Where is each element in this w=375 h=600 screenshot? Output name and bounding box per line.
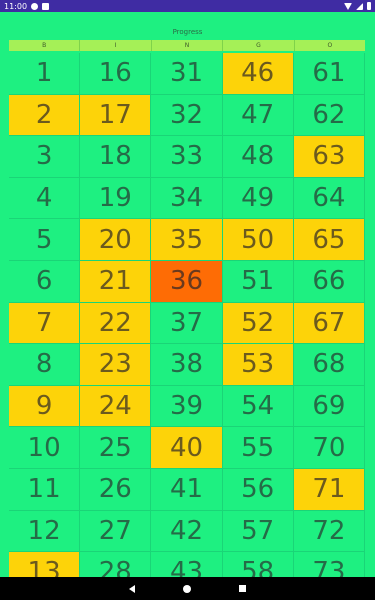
number-cell[interactable]: 6 xyxy=(9,260,81,303)
number-cell[interactable]: 5 xyxy=(9,219,81,261)
number-cell[interactable]: 54 xyxy=(222,385,294,428)
number-cell[interactable]: 3 xyxy=(9,136,81,178)
number-cell[interactable]: 47 xyxy=(222,94,294,137)
number-cell[interactable]: 21 xyxy=(80,260,152,303)
number-cell[interactable]: 55 xyxy=(222,427,294,469)
number-cell[interactable]: 22 xyxy=(80,302,152,345)
home-icon[interactable] xyxy=(183,584,191,593)
recents-icon[interactable] xyxy=(239,585,246,592)
wifi-icon xyxy=(344,2,352,10)
number-cell[interactable]: 39 xyxy=(151,385,223,428)
column-header-o: O xyxy=(327,42,333,49)
number-cell[interactable]: 71 xyxy=(293,468,365,511)
number-cell[interactable]: 17 xyxy=(80,94,152,137)
number-cell[interactable]: 50 xyxy=(222,219,294,261)
number-cell[interactable]: 18 xyxy=(80,136,152,178)
number-cell[interactable]: 67 xyxy=(293,302,365,345)
number-cell[interactable]: 16 xyxy=(80,53,152,95)
number-cell[interactable]: 48 xyxy=(222,136,294,178)
g-notification-icon xyxy=(31,2,39,10)
number-cell[interactable]: 1 xyxy=(9,53,81,95)
number-cell[interactable]: 42 xyxy=(151,510,223,553)
number-cell[interactable]: 36 xyxy=(151,260,223,303)
number-cell[interactable]: 34 xyxy=(151,177,223,220)
status-bar: 11:00 xyxy=(0,0,375,12)
bingo-board: 1 16 31 46 61 2 17 32 47 62 3 18 33 48 63 4 19 34 49 64 5 20 3… xyxy=(9,53,365,594)
number-cell[interactable]: 38 xyxy=(151,344,223,386)
number-cell[interactable]: 8 xyxy=(9,344,81,386)
number-cell[interactable]: 7 xyxy=(9,302,81,345)
number-cell[interactable]: 35 xyxy=(151,219,223,261)
number-cell[interactable]: 69 xyxy=(293,385,365,428)
battery-icon xyxy=(367,2,371,10)
number-cell[interactable]: 46 xyxy=(222,53,294,95)
column-header-i: I xyxy=(80,40,152,51)
page-title: Progress xyxy=(172,28,203,36)
status-bar-left: 11:00 xyxy=(4,1,50,11)
number-cell[interactable]: 40 xyxy=(151,427,223,469)
number-cell[interactable]: 57 xyxy=(222,510,294,553)
number-cell[interactable]: 37 xyxy=(151,302,223,345)
number-cell[interactable]: 64 xyxy=(293,177,365,220)
number-cell[interactable]: 63 xyxy=(293,136,365,178)
status-bar-right xyxy=(344,2,371,10)
number-cell[interactable]: 62 xyxy=(293,94,365,137)
number-cell[interactable]: 26 xyxy=(80,468,152,511)
number-cell[interactable]: 11 xyxy=(9,468,81,511)
number-cell[interactable]: 32 xyxy=(151,94,223,137)
column-header-b: B xyxy=(9,40,81,51)
navigation-bar xyxy=(0,577,375,600)
number-cell[interactable]: 72 xyxy=(293,510,365,553)
number-cell[interactable]: 65 xyxy=(293,219,365,261)
status-time: 11:00 xyxy=(4,1,28,11)
number-cell[interactable]: 20 xyxy=(80,219,152,261)
number-cell[interactable]: 31 xyxy=(151,53,223,95)
number-cell[interactable]: 4 xyxy=(9,177,81,220)
number-cell[interactable]: 41 xyxy=(151,468,223,511)
number-cell[interactable]: 49 xyxy=(222,177,294,220)
number-cell[interactable]: 52 xyxy=(222,302,294,345)
number-cell[interactable]: 25 xyxy=(80,427,152,469)
number-cell[interactable]: 51 xyxy=(222,260,294,303)
number-cell[interactable]: 66 xyxy=(293,260,365,303)
number-cell[interactable]: 23 xyxy=(80,344,152,386)
number-cell[interactable]: 33 xyxy=(151,136,223,178)
number-cell[interactable]: 24 xyxy=(80,385,152,428)
signal-icon xyxy=(356,2,363,10)
number-cell[interactable]: 53 xyxy=(222,344,294,386)
column-header-row: BING O xyxy=(9,40,365,51)
column-header-g: G xyxy=(223,40,295,51)
number-cell[interactable]: 10 xyxy=(9,427,81,469)
number-cell[interactable]: 70 xyxy=(293,427,365,469)
number-cell[interactable]: 12 xyxy=(9,510,81,553)
number-cell[interactable]: 27 xyxy=(80,510,152,553)
number-cell[interactable]: 2 xyxy=(9,94,81,137)
column-header-n: N xyxy=(152,40,224,51)
back-icon[interactable] xyxy=(129,584,135,593)
number-cell[interactable]: 19 xyxy=(80,177,152,220)
clipboard-icon xyxy=(42,2,50,10)
number-cell[interactable]: 9 xyxy=(9,385,81,428)
number-cell[interactable]: 68 xyxy=(293,344,365,386)
number-cell[interactable]: 56 xyxy=(222,468,294,511)
number-cell[interactable]: 61 xyxy=(293,53,365,95)
